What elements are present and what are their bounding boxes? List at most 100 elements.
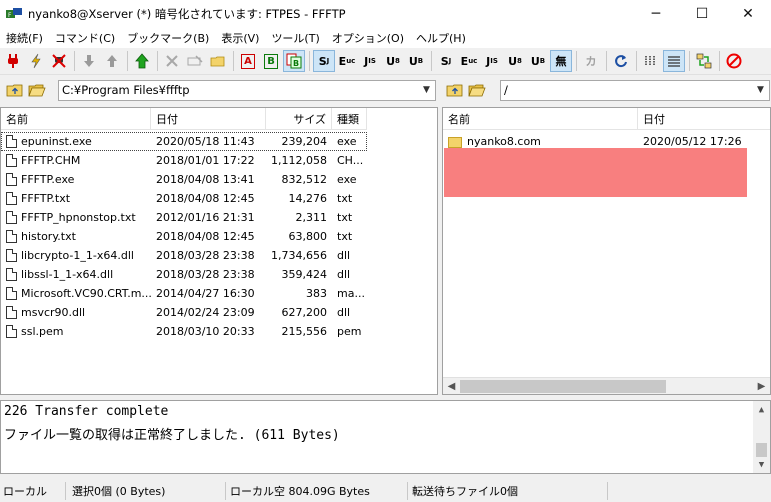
local-col-type[interactable]: 種類 — [332, 108, 367, 130]
utf8-icon: U — [386, 54, 396, 68]
local-col-date[interactable]: 日付 — [151, 108, 266, 130]
new-folder-button[interactable] — [207, 50, 229, 72]
delete-button[interactable] — [161, 50, 183, 72]
local-file-size: 239,204 — [281, 135, 328, 148]
kanji-jis-button[interactable]: J IS — [359, 50, 381, 72]
details-view-button[interactable] — [663, 50, 685, 72]
local-file-row[interactable]: epuninst.exe 2020/05/18 11:43 239,204 exe — [1, 132, 367, 151]
remote-parent-folder-button[interactable] — [444, 80, 466, 100]
local-file-row[interactable]: FFFTP.exe 2018/04/08 13:41 832,512 exe — [1, 170, 367, 189]
local-file-list[interactable]: 名前 日付 サイズ 種類 epuninst.exe 2020/05/18 11:4… — [0, 107, 438, 395]
download-button[interactable] — [78, 50, 100, 72]
scrollbar-thumb[interactable] — [756, 443, 767, 457]
menu-options[interactable]: オプション(O) — [326, 30, 410, 46]
refresh-button[interactable] — [610, 50, 632, 72]
toolbar-separator — [689, 51, 690, 71]
local-file-size: 63,800 — [288, 230, 328, 243]
quick-connect-button[interactable] — [25, 50, 47, 72]
disconnect-button[interactable] — [48, 50, 70, 72]
kanji-sjis-button[interactable]: SJ — [313, 50, 335, 72]
menu-connect[interactable]: 接続(F) — [0, 30, 49, 46]
stop-button[interactable] — [723, 50, 745, 72]
local-open-folder-button[interactable] — [26, 80, 48, 100]
local-file-row[interactable]: libcrypto-1_1-x64.dll 2018/03/28 23:38 1,7… — [1, 246, 367, 265]
kanji-sjis-remote-button[interactable]: SJ — [435, 50, 457, 72]
rename-button[interactable] — [184, 50, 206, 72]
upload-button[interactable] — [101, 50, 123, 72]
scroll-up-icon[interactable]: ▲ — [753, 401, 770, 418]
local-file-row[interactable]: FFFTP_hpnonstop.txt 2012/01/16 21:31 2,311… — [1, 208, 367, 227]
remote-file-list[interactable]: 名前 日付 nyanko8.com 2020/05/12 17:26 ◀ ▶ — [442, 107, 771, 395]
local-file-row[interactable]: Microsoft.VC90.CRT.m... 2014/04/27 16:30 3… — [1, 284, 367, 303]
log-panel[interactable]: 226 Transfer complete ファイル一覧の取得は正常終了しました… — [0, 400, 771, 474]
local-path-input[interactable]: C:¥Program Files¥ffftp ▼ — [58, 79, 436, 101]
scroll-left-icon[interactable]: ◀ — [443, 378, 460, 395]
file-icon — [6, 325, 17, 339]
binary-mode-button[interactable]: B — [260, 50, 282, 72]
menu-command[interactable]: コマンド(C) — [49, 30, 121, 46]
minimize-button[interactable]: ─ — [633, 0, 679, 28]
maximize-button[interactable]: ☐ — [679, 0, 725, 28]
local-file-size: 627,200 — [281, 306, 328, 319]
remote-path-input[interactable]: / ▼ — [500, 79, 770, 101]
menu-tools[interactable]: ツール(T) — [265, 30, 325, 46]
ascii-mode-button[interactable]: A — [237, 50, 259, 72]
details-view-icon — [668, 56, 680, 67]
plug-connect-icon — [8, 54, 18, 68]
menu-bookmark[interactable]: ブックマーク(B) — [121, 30, 215, 46]
chevron-down-icon[interactable]: ▼ — [418, 81, 435, 100]
rename-icon — [187, 55, 203, 66]
local-file-row[interactable]: ssl.pem 2018/03/10 20:33 215,556 pem — [1, 322, 367, 341]
kana-convert-button[interactable]: カ — [580, 50, 602, 72]
local-col-name[interactable]: 名前 — [1, 108, 151, 130]
binary-mode-icon: B — [264, 53, 278, 69]
remote-col-name[interactable]: 名前 — [443, 108, 638, 130]
utf8-remote-icon: U — [508, 54, 518, 68]
log-vertical-scrollbar[interactable]: ▲ ▼ — [753, 401, 770, 473]
euc-remote-icon: E — [460, 54, 469, 68]
kanji-utf8-button[interactable]: U8 — [382, 50, 404, 72]
kanji-jis-remote-button[interactable]: J IS — [481, 50, 503, 72]
refresh-icon — [615, 55, 627, 68]
auto-mode-button[interactable]: B — [283, 50, 305, 72]
kanji-euc-button[interactable]: Euc — [336, 50, 358, 72]
svg-text:B: B — [293, 59, 299, 68]
toolbar-separator — [636, 51, 637, 71]
auto-mode-icon: B — [286, 53, 302, 69]
toolbar-separator — [431, 51, 432, 71]
chevron-down-icon[interactable]: ▼ — [752, 81, 769, 100]
scrollbar-thumb[interactable] — [460, 379, 666, 393]
mirror-upload-button[interactable] — [131, 50, 153, 72]
remote-path-text: / — [504, 83, 508, 97]
local-file-row[interactable]: FFFTP.txt 2018/04/08 12:45 14,276 txt — [1, 189, 367, 208]
status-local-label: ローカル — [0, 482, 66, 500]
local-file-type: txt — [337, 230, 353, 243]
local-file-row[interactable]: FFFTP.CHM 2018/01/01 17:22 1,112,058 CH... — [1, 151, 367, 170]
close-button[interactable]: ✕ — [725, 0, 771, 28]
local-file-row[interactable]: history.txt 2018/04/08 12:45 63,800 txt — [1, 227, 367, 246]
kanji-utf8bom-button[interactable]: UB — [405, 50, 427, 72]
local-file-date: 2018/04/08 13:41 — [156, 173, 255, 186]
kanji-euc-remote-button[interactable]: Euc — [458, 50, 480, 72]
local-col-size[interactable]: サイズ — [266, 108, 332, 130]
local-file-row[interactable]: msvcr90.dll 2014/02/24 23:09 627,200 dll — [1, 303, 367, 322]
remote-horizontal-scrollbar[interactable]: ◀ ▶ — [443, 377, 770, 394]
folder-up-icon — [446, 84, 463, 97]
status-selection: 選択0個 (0 Bytes) — [66, 482, 226, 500]
kanji-utf8-remote-button[interactable]: U8 — [504, 50, 526, 72]
sync-folders-button[interactable] — [693, 50, 715, 72]
scroll-right-icon[interactable]: ▶ — [753, 378, 770, 395]
local-file-name: FFFTP.CHM — [21, 153, 81, 167]
menu-help[interactable]: ヘルプ(H) — [410, 30, 472, 46]
kanji-utf8bom-remote-button[interactable]: UB — [527, 50, 549, 72]
list-view-button[interactable] — [640, 50, 662, 72]
toolbar-separator — [719, 51, 720, 71]
connect-button[interactable] — [2, 50, 24, 72]
local-parent-folder-button[interactable] — [4, 80, 26, 100]
scroll-down-icon[interactable]: ▼ — [753, 456, 770, 473]
remote-col-date[interactable]: 日付 — [638, 108, 770, 130]
menu-view[interactable]: 表示(V) — [215, 30, 265, 46]
local-file-row[interactable]: libssl-1_1-x64.dll 2018/03/28 23:38 359,42… — [1, 265, 367, 284]
kanji-none-button[interactable]: 無 — [550, 50, 572, 72]
remote-open-folder-button[interactable] — [466, 80, 488, 100]
